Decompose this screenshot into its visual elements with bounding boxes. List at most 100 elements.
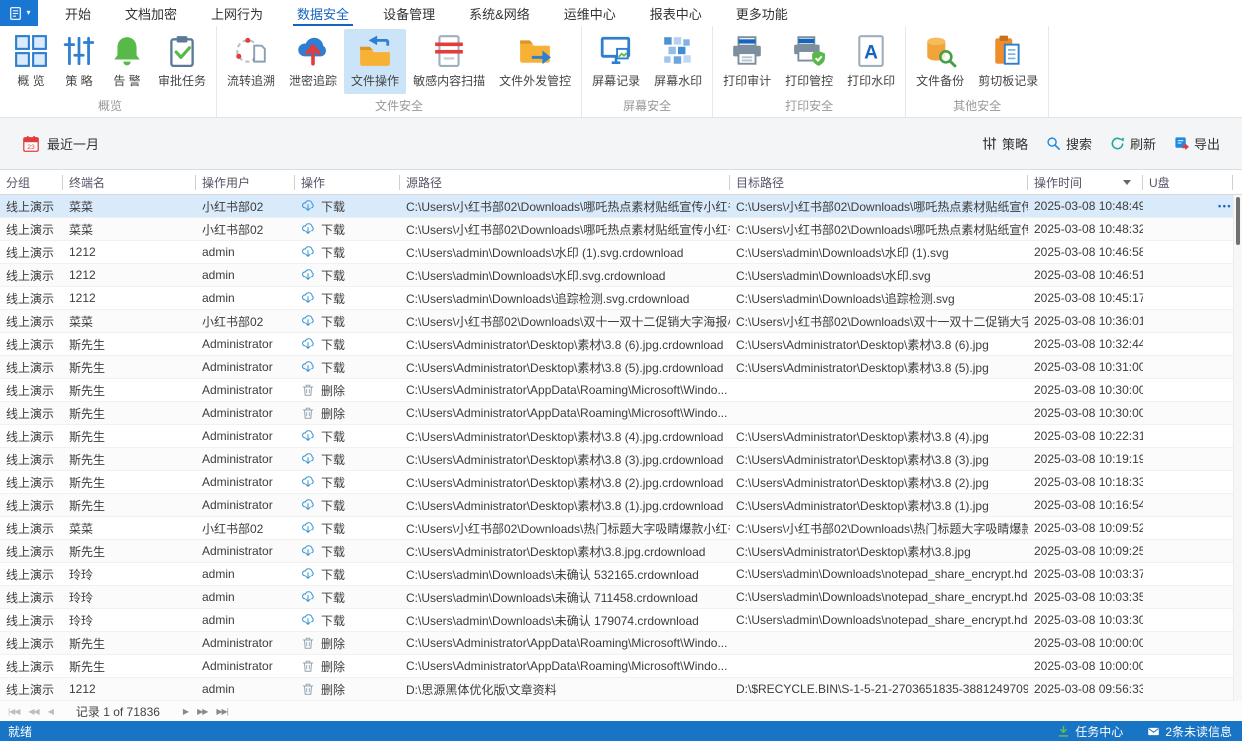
search-action-button[interactable]: 搜索 [1046,134,1092,153]
ribbon-screen-watermark-button[interactable]: 屏幕水印 [647,29,709,94]
tab-1[interactable]: 开始 [48,0,108,26]
clipboard-check-icon [165,34,199,68]
pager-record-label: 记录 1 of 71836 [76,703,160,720]
table-row[interactable]: 线上演示玲玲admin下载C:\Users\admin\Downloads\未确… [0,586,1242,609]
ribbon: 概 览策 略告 警审批任务概览流转追溯泄密追踪文件操作敏感内容扫描文件外发管控文… [0,26,1242,118]
pager-first-button[interactable]: |◀◀ [8,707,19,716]
pager-prev-page-button[interactable]: ◀◀ [28,707,38,716]
ribbon-db-search-button[interactable]: 文件备份 [909,29,971,94]
table-row[interactable]: 线上演示菜菜小红书部02下载C:\Users\小红书部02\Downloads\… [0,310,1242,333]
tab-4[interactable]: 数据安全 [280,0,366,26]
filter-toolbar: 最近一月 策略搜索刷新导出 [0,118,1242,170]
ribbon-doc-scan-button[interactable]: 敏感内容扫描 [406,29,492,94]
cloud-download-icon [301,291,315,305]
pager-next-button[interactable]: ▶ [183,707,188,716]
ribbon-screen-record-button[interactable]: 屏幕记录 [585,29,647,94]
sliders-action-button[interactable]: 策略 [982,134,1028,153]
ribbon-printer-button[interactable]: 打印审计 [716,29,778,94]
clipboard-doc-icon [991,34,1025,68]
table-row[interactable]: 线上演示斯先生Administrator删除C:\Users\Administr… [0,379,1242,402]
cell-usb [1143,379,1233,401]
chevron-down-icon[interactable] [1123,180,1131,185]
cell-group: 线上演示 [0,425,63,447]
column-header-time[interactable]: 操作时间 [1028,170,1143,194]
row-more-button[interactable]: ••• [1218,195,1232,217]
op-label: 下载 [321,244,345,261]
column-header-group[interactable]: 分组 [0,170,63,194]
table-row[interactable]: 线上演示1212admin下载C:\Users\admin\Downloads\… [0,287,1242,310]
ribbon-clipboard-doc-button[interactable]: 剪切板记录 [971,29,1045,94]
cell-source: C:\Users\admin\Downloads\未确认 532165.crdo… [400,563,730,585]
tab-7[interactable]: 运维中心 [547,0,633,26]
table-row[interactable]: 线上演示斯先生Administrator下载C:\Users\Administr… [0,356,1242,379]
table-row[interactable]: 线上演示斯先生Administrator下载C:\Users\Administr… [0,494,1242,517]
ribbon-doc-a-button[interactable]: 打印水印 [840,29,902,94]
export-action-button[interactable]: 导出 [1174,134,1220,153]
table-row[interactable]: 线上演示1212admin下载C:\Users\admin\Downloads\… [0,264,1242,287]
tab-5[interactable]: 设备管理 [366,0,452,26]
cell-user: admin [196,563,295,585]
column-header-op[interactable]: 操作 [295,170,400,194]
unread-messages-button[interactable]: 2条未读信息 [1147,723,1232,740]
refresh-action-button[interactable]: 刷新 [1110,134,1156,153]
tab-3[interactable]: 上网行为 [194,0,280,26]
table-row[interactable]: 线上演示玲玲admin下载C:\Users\admin\Downloads\未确… [0,563,1242,586]
cell-source: C:\Users\Administrator\Desktop\素材\3.8 (6… [400,333,730,355]
tab-6[interactable]: 系统&网络 [452,0,547,26]
table-row[interactable]: 线上演示斯先生Administrator下载C:\Users\Administr… [0,448,1242,471]
cell-time: 2025-03-08 10:00:00 [1028,655,1143,677]
ribbon-sliders-button[interactable]: 策 略 [55,29,103,94]
table-row[interactable]: 线上演示菜菜小红书部02下载C:\Users\小红书部02\Downloads\… [0,517,1242,540]
table-row[interactable]: 线上演示1212admin下载C:\Users\admin\Downloads\… [0,241,1242,264]
ribbon-trace-cycle-button[interactable]: 流转追溯 [220,29,282,94]
column-header-terminal[interactable]: 终端名 [63,170,196,194]
cell-op: 下载 [295,310,400,332]
app-menu-button[interactable]: ▾ [0,0,38,26]
table-row[interactable]: 线上演示斯先生Administrator下载C:\Users\Administr… [0,425,1242,448]
unread-messages-label: 2条未读信息 [1165,723,1232,740]
table-row[interactable]: 线上演示斯先生Administrator删除C:\Users\Administr… [0,655,1242,678]
db-search-icon [923,34,957,68]
task-center-button[interactable]: 任务中心 [1057,723,1123,740]
pager-next-page-button[interactable]: ▶▶ [197,707,207,716]
table-row[interactable]: 线上演示1212admin删除D:\思源黑体优化版\文章资料D:\$RECYCL… [0,678,1242,701]
scrollbar-thumb[interactable] [1236,197,1240,245]
vertical-scrollbar[interactable] [1233,195,1242,701]
pager-prev-button[interactable]: ◀ [48,707,53,716]
column-header-label: U盘 [1149,174,1170,191]
column-header-target[interactable]: 目标路径 [730,170,1028,194]
ribbon-folder-out-button[interactable]: 文件外发管控 [492,29,578,94]
table-row[interactable]: 线上演示斯先生Administrator删除C:\Users\Administr… [0,402,1242,425]
cell-target: C:\Users\admin\Downloads\notepad_share_e… [730,609,1028,631]
table-row[interactable]: 线上演示玲玲admin下载C:\Users\admin\Downloads\未确… [0,609,1242,632]
table-row[interactable]: 线上演示菜菜小红书部02下载C:\Users\小红书部02\Downloads\… [0,195,1242,218]
ribbon-clipboard-check-button[interactable]: 审批任务 [151,29,213,94]
ribbon-folder-return-button[interactable]: 文件操作 [344,29,406,94]
ribbon-bell-button[interactable]: 告 警 [103,29,151,94]
tab-8[interactable]: 报表中心 [633,0,719,26]
table-row[interactable]: 线上演示斯先生Administrator删除C:\Users\Administr… [0,632,1242,655]
cloud-download-icon [301,475,315,489]
cell-target: C:\Users\Administrator\Desktop\素材\3.8 (2… [730,471,1028,493]
cell-time: 2025-03-08 09:56:33 [1028,678,1143,700]
ribbon-cloud-track-button[interactable]: 泄密追踪 [282,29,344,94]
ribbon-grid-button[interactable]: 概 览 [7,29,55,94]
cell-user: admin [196,678,295,700]
cell-target: C:\Users\Administrator\Desktop\素材\3.8 (5… [730,356,1028,378]
column-header-user[interactable]: 操作用户 [196,170,295,194]
column-header-source[interactable]: 源路径 [400,170,730,194]
cell-time: 2025-03-08 10:18:33 [1028,471,1143,493]
ribbon-printer-shield-button[interactable]: 打印管控 [778,29,840,94]
pager-last-button[interactable]: ▶▶| [216,707,227,716]
tab-9[interactable]: 更多功能 [719,0,805,26]
table-row[interactable]: 线上演示斯先生Administrator下载C:\Users\Administr… [0,471,1242,494]
date-range-filter[interactable]: 最近一月 [22,134,99,153]
cell-terminal: 1212 [63,264,196,286]
table-row[interactable]: 线上演示斯先生Administrator下载C:\Users\Administr… [0,540,1242,563]
ribbon-button-label: 打印审计 [723,72,771,89]
table-row[interactable]: 线上演示菜菜小红书部02下载C:\Users\小红书部02\Downloads\… [0,218,1242,241]
column-header-usb[interactable]: U盘 [1143,170,1233,194]
cell-time: 2025-03-08 10:48:32 [1028,218,1143,240]
table-row[interactable]: 线上演示斯先生Administrator下载C:\Users\Administr… [0,333,1242,356]
tab-2[interactable]: 文档加密 [108,0,194,26]
